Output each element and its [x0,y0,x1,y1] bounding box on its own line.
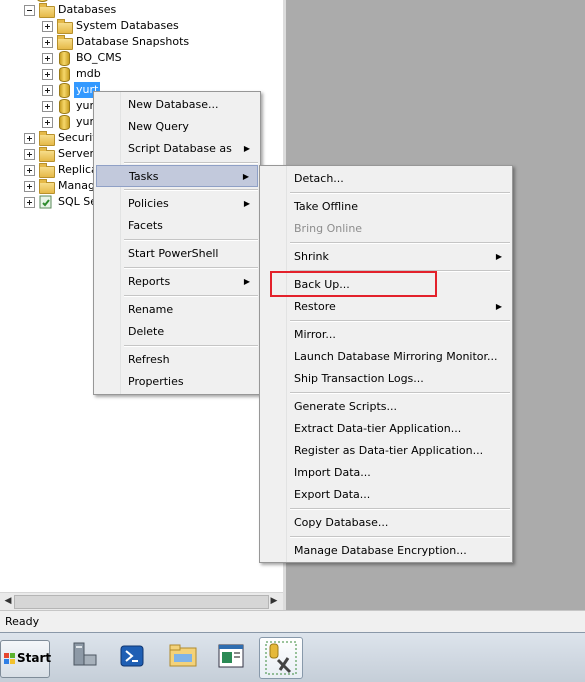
menu-item-facets[interactable]: Facets [96,215,258,237]
database-icon [56,98,72,114]
scroll-thumb[interactable] [14,595,269,609]
scroll-right-icon[interactable]: ▶ [267,594,281,608]
sql-agent-icon [38,194,54,210]
menu-item-policies[interactable]: Policies ▶ [96,193,258,215]
folder-icon [38,146,55,162]
menu-item-refresh[interactable]: Refresh [96,349,258,371]
menu-item-reports[interactable]: Reports ▶ [96,271,258,293]
expand-icon[interactable] [24,197,35,208]
tasks-submenu: Detach... Take Offline Bring Online Shri… [259,165,513,563]
menu-item-restore[interactable]: Restore ▶ [262,296,510,318]
powershell-icon[interactable] [112,637,154,677]
menu-item-detach[interactable]: Detach... [262,168,510,190]
menu-item-manage-encryption[interactable]: Manage Database Encryption... [262,540,510,562]
menu-item-mirror[interactable]: Mirror... [262,324,510,346]
menu-item-import-data[interactable]: Import Data... [262,462,510,484]
expand-icon[interactable] [24,165,35,176]
folder-icon [38,130,55,146]
submenu-arrow-icon: ▶ [243,144,250,153]
submenu-arrow-icon: ▶ [495,252,502,261]
tree-item-label: yur [76,115,95,128]
submenu-arrow-icon: ▶ [243,199,250,208]
menu-item-script-database-as[interactable]: Script Database as ▶ [96,138,258,160]
taskbar: Start [0,632,585,682]
scroll-left-icon[interactable]: ◀ [1,594,15,608]
expand-icon[interactable] [24,181,35,192]
tree-item-label: BO_CMS [76,51,122,64]
folder-icon [38,2,55,18]
tree-item-label: Securit [58,131,97,144]
database-icon [56,50,72,66]
collapse-icon[interactable] [24,5,35,16]
menu-item-shrink[interactable]: Shrink ▶ [262,246,510,268]
database-icon [56,82,72,98]
database-context-menu: New Database... New Query Script Databas… [93,91,261,395]
folder-icon [56,34,73,50]
server-manager-icon[interactable] [64,637,106,677]
ssms-taskbar-icon[interactable] [259,637,303,679]
menu-item-copy-database[interactable]: Copy Database... [262,512,510,534]
menu-item-new-database[interactable]: New Database... [96,94,258,116]
tree-item-label: Databases [58,3,117,16]
menu-item-new-query[interactable]: New Query [96,116,258,138]
expand-icon[interactable] [42,37,53,48]
start-button[interactable]: Start [0,640,52,678]
expand-icon[interactable] [42,101,53,112]
start-label: Start [17,651,52,665]
folder-icon [38,178,55,194]
folder-icon [38,162,55,178]
menu-item-ship-transaction-logs[interactable]: Ship Transaction Logs... [262,368,510,390]
database-icon [56,114,72,130]
menu-item-register-data-tier[interactable]: Register as Data-tier Application... [262,440,510,462]
menu-item-delete[interactable]: Delete [96,321,258,343]
menu-item-bring-online: Bring Online [294,222,363,235]
submenu-arrow-icon: ▶ [243,277,250,286]
event-viewer-icon[interactable] [210,637,252,677]
tree-item-label: Replica [58,163,98,176]
tree-item-label: Server [58,147,95,160]
menu-item-properties[interactable]: Properties [96,371,258,393]
menu-item-tasks[interactable]: Tasks ▶ [96,165,258,187]
tree-item-label: mdb [76,67,101,80]
menu-item-extract-data-tier[interactable]: Extract Data-tier Application... [262,418,510,440]
file-explorer-icon[interactable] [162,637,204,677]
tree-item-label: Database Snapshots [76,35,190,48]
database-icon [56,66,72,82]
expand-icon[interactable] [24,133,35,144]
submenu-arrow-icon: ▶ [242,172,249,181]
tree-item-label: System Databases [76,19,179,32]
expand-icon[interactable] [42,117,53,128]
menu-item-start-powershell[interactable]: Start PowerShell [96,243,258,265]
windows-logo-icon [4,653,16,665]
expand-icon[interactable] [42,53,53,64]
menu-item-generate-scripts[interactable]: Generate Scripts... [262,396,510,418]
menu-item-launch-mirroring-monitor[interactable]: Launch Database Mirroring Monitor... [262,346,510,368]
horizontal-scrollbar[interactable]: ◀ ▶ [0,592,283,610]
tree-item-label: yur [76,99,95,112]
menu-item-take-offline[interactable]: Take Offline [262,196,510,218]
status-text: Ready [5,615,40,628]
menu-item-rename[interactable]: Rename [96,299,258,321]
expand-icon[interactable] [42,69,53,80]
expand-icon[interactable] [42,21,53,32]
submenu-arrow-icon: ▶ [495,302,502,311]
status-bar: Ready [0,610,585,633]
menu-item-export-data[interactable]: Export Data... [262,484,510,506]
annotation-highlight-box [270,271,437,297]
expand-icon[interactable] [42,85,53,96]
expand-icon[interactable] [24,149,35,160]
folder-icon [56,18,73,34]
tree-item-label: SQL Se [58,195,98,208]
